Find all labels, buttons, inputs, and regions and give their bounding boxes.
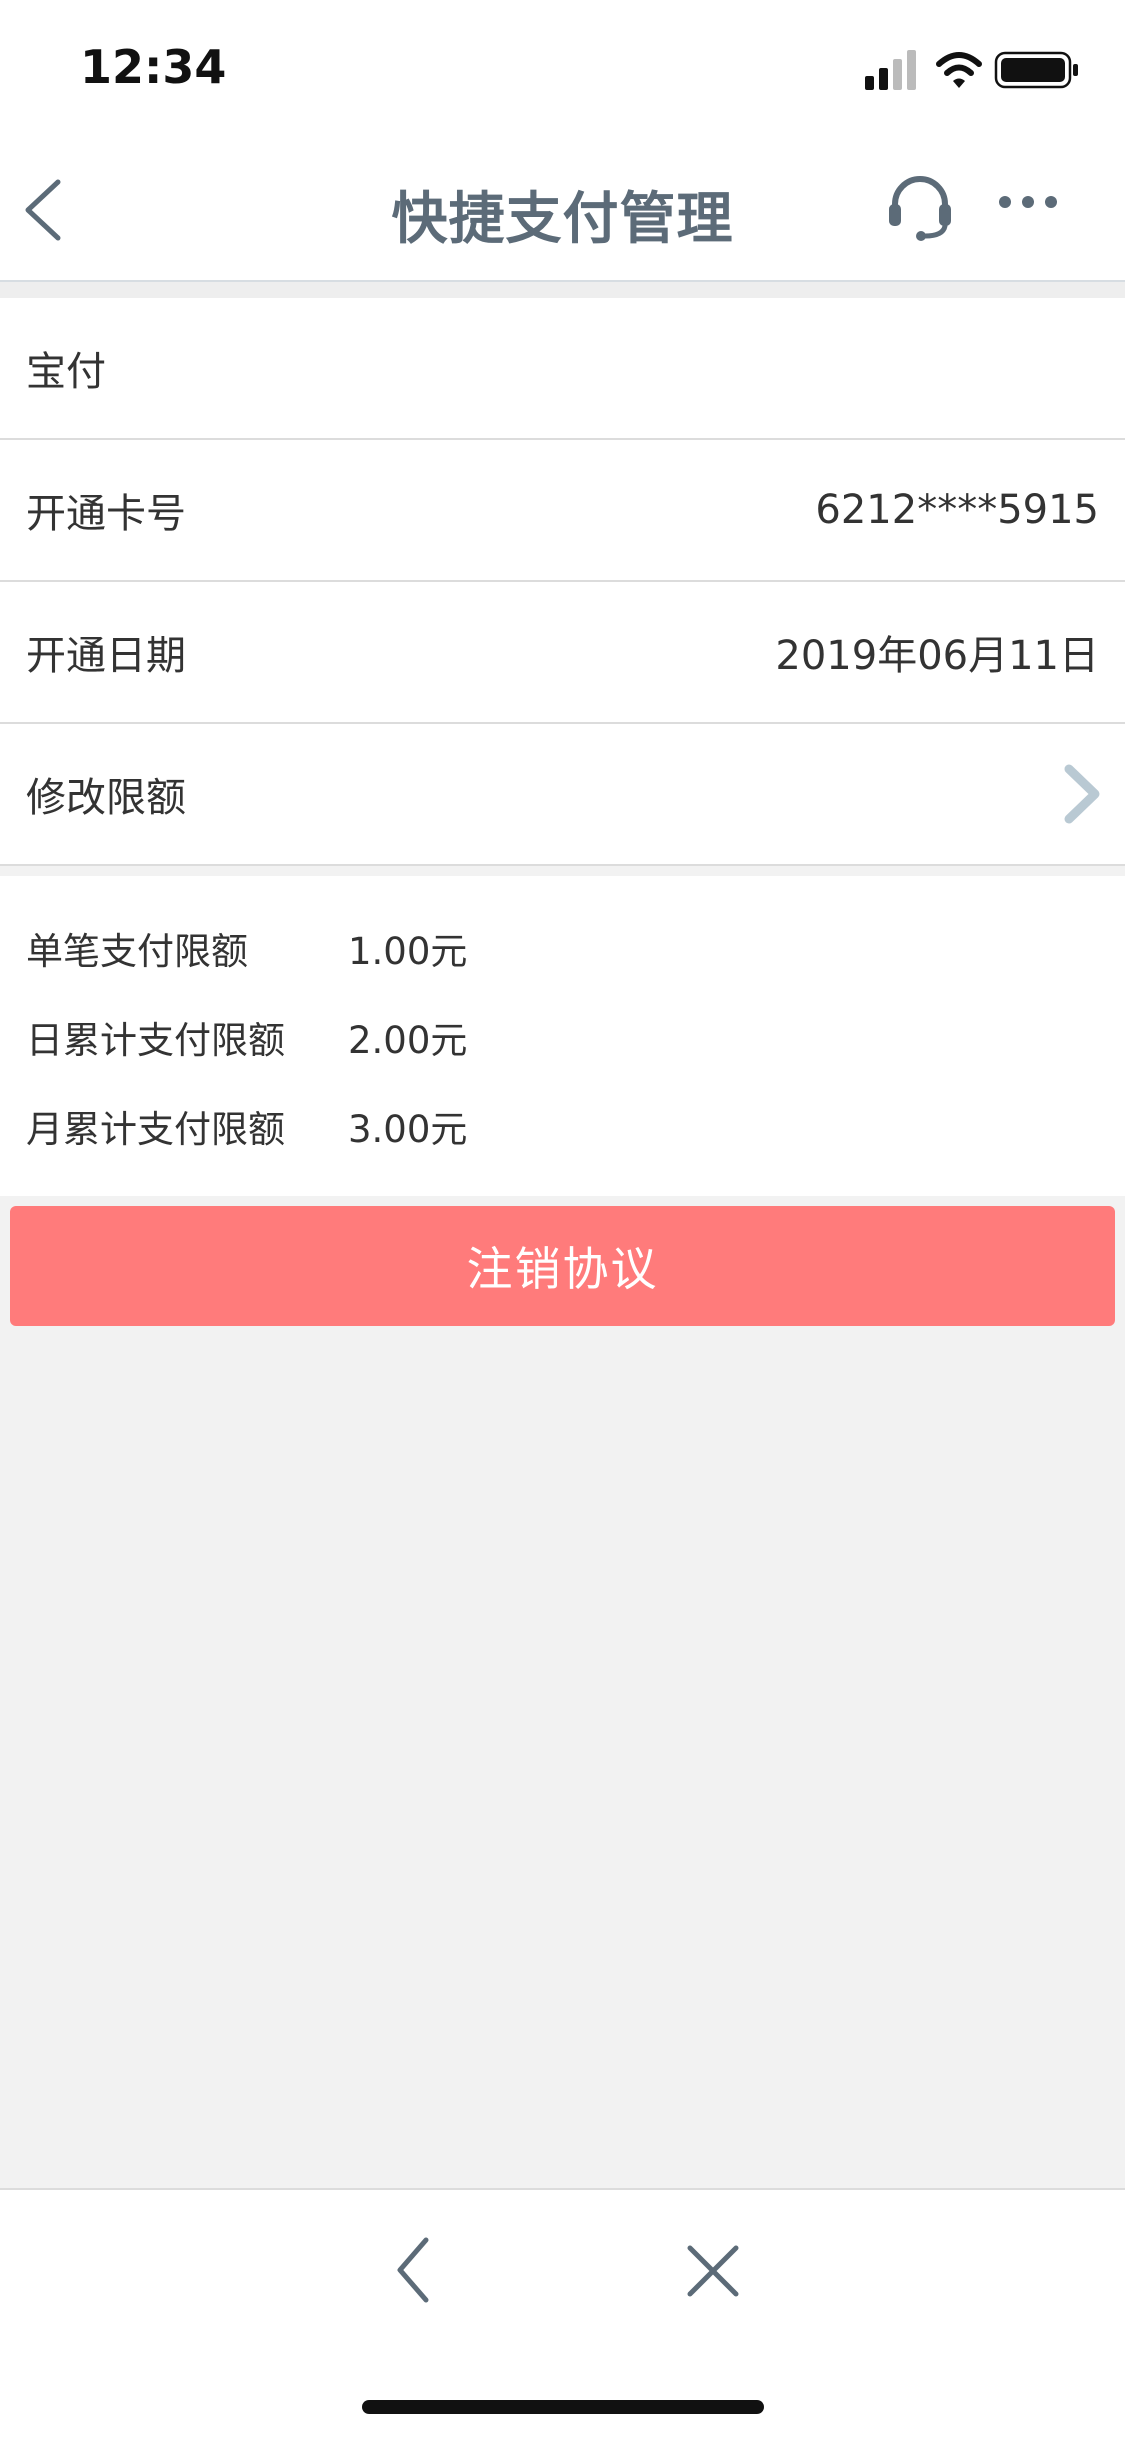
modify-limit-label: 修改限额 xyxy=(26,775,186,821)
status-icons xyxy=(865,50,1078,90)
bottom-toolbar xyxy=(0,2188,1125,2438)
merchant-name: 宝付 xyxy=(26,349,106,395)
status-bar: 12:34 xyxy=(0,0,1125,140)
limit-label: 单笔支付限额 xyxy=(26,930,248,973)
section-gap xyxy=(0,282,1125,298)
limit-label: 日累计支付限额 xyxy=(26,1019,285,1062)
open-date-value: 2019年06月11日 xyxy=(775,633,1099,679)
agreement-info-list: 宝付 开通卡号 6212****5915 开通日期 2019年06月11日 修改… xyxy=(0,298,1125,866)
card-number-value: 6212****5915 xyxy=(815,487,1099,533)
merchant-row: 宝付 xyxy=(0,298,1125,440)
signal-icon xyxy=(865,50,916,90)
limit-row-monthly: 月累计支付限额 3.00元 xyxy=(26,1096,467,1156)
limit-row-single: 单笔支付限额 1.00元 xyxy=(26,918,467,978)
limit-label: 月累计支付限额 xyxy=(26,1108,285,1151)
open-date-label: 开通日期 xyxy=(26,633,186,679)
limit-value: 3.00元 xyxy=(348,1108,468,1151)
limit-row-daily: 日累计支付限额 2.00元 xyxy=(26,1007,467,1067)
card-number-label: 开通卡号 xyxy=(26,491,186,537)
status-time: 12:34 xyxy=(80,40,227,94)
back-arrow-icon[interactable] xyxy=(388,2232,440,2308)
more-dots-icon[interactable] xyxy=(995,178,1061,226)
limit-value: 1.00元 xyxy=(348,930,468,973)
modify-limit-row[interactable]: 修改限额 xyxy=(0,724,1125,866)
headset-icon[interactable] xyxy=(885,170,955,242)
chevron-right-icon xyxy=(1064,764,1100,824)
home-indicator[interactable] xyxy=(362,2400,764,2414)
cancel-agreement-button[interactable]: 注销协议 xyxy=(10,1206,1115,1326)
battery-icon xyxy=(994,51,1078,89)
page-title: 快捷支付管理 xyxy=(391,187,734,252)
nav-bar: 快捷支付管理 xyxy=(0,140,1125,282)
limit-value: 2.00元 xyxy=(348,1019,468,1062)
limit-details: 单笔支付限额 1.00元 日累计支付限额 2.00元 月累计支付限额 3.00元 xyxy=(0,876,1125,1196)
wifi-icon xyxy=(936,52,982,88)
card-number-row: 开通卡号 6212****5915 xyxy=(0,440,1125,582)
close-icon[interactable] xyxy=(682,2240,744,2302)
open-date-row: 开通日期 2019年06月11日 xyxy=(0,582,1125,724)
